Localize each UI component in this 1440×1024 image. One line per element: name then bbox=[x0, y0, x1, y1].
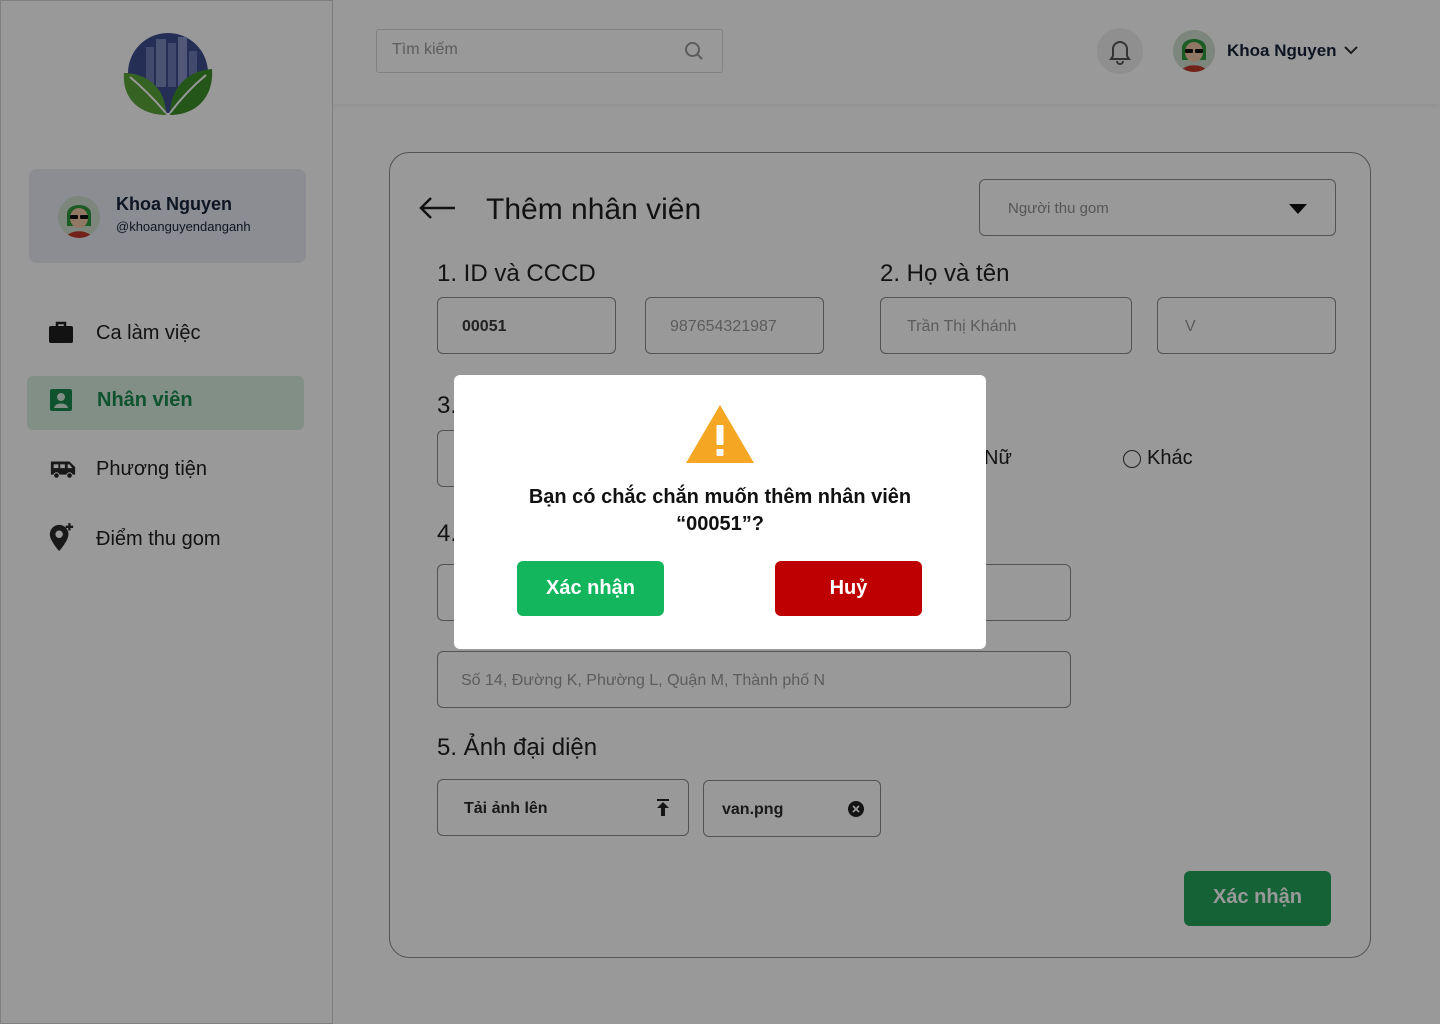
dialog-cancel-button[interactable]: Huỷ bbox=[775, 561, 922, 616]
warning-icon bbox=[686, 405, 754, 463]
dialog-confirm-label: Xác nhận bbox=[546, 577, 635, 599]
dialog-message: Bạn có chắc chắn muốn thêm nhân viên “00… bbox=[454, 484, 986, 538]
dialog-message-line: Bạn có chắc chắn muốn thêm nhân viên bbox=[528, 486, 912, 508]
dialog-message-line: “00051”? bbox=[676, 513, 764, 535]
dialog-cancel-label: Huỷ bbox=[829, 577, 868, 599]
dialog-confirm-button[interactable]: Xác nhận bbox=[517, 561, 664, 616]
